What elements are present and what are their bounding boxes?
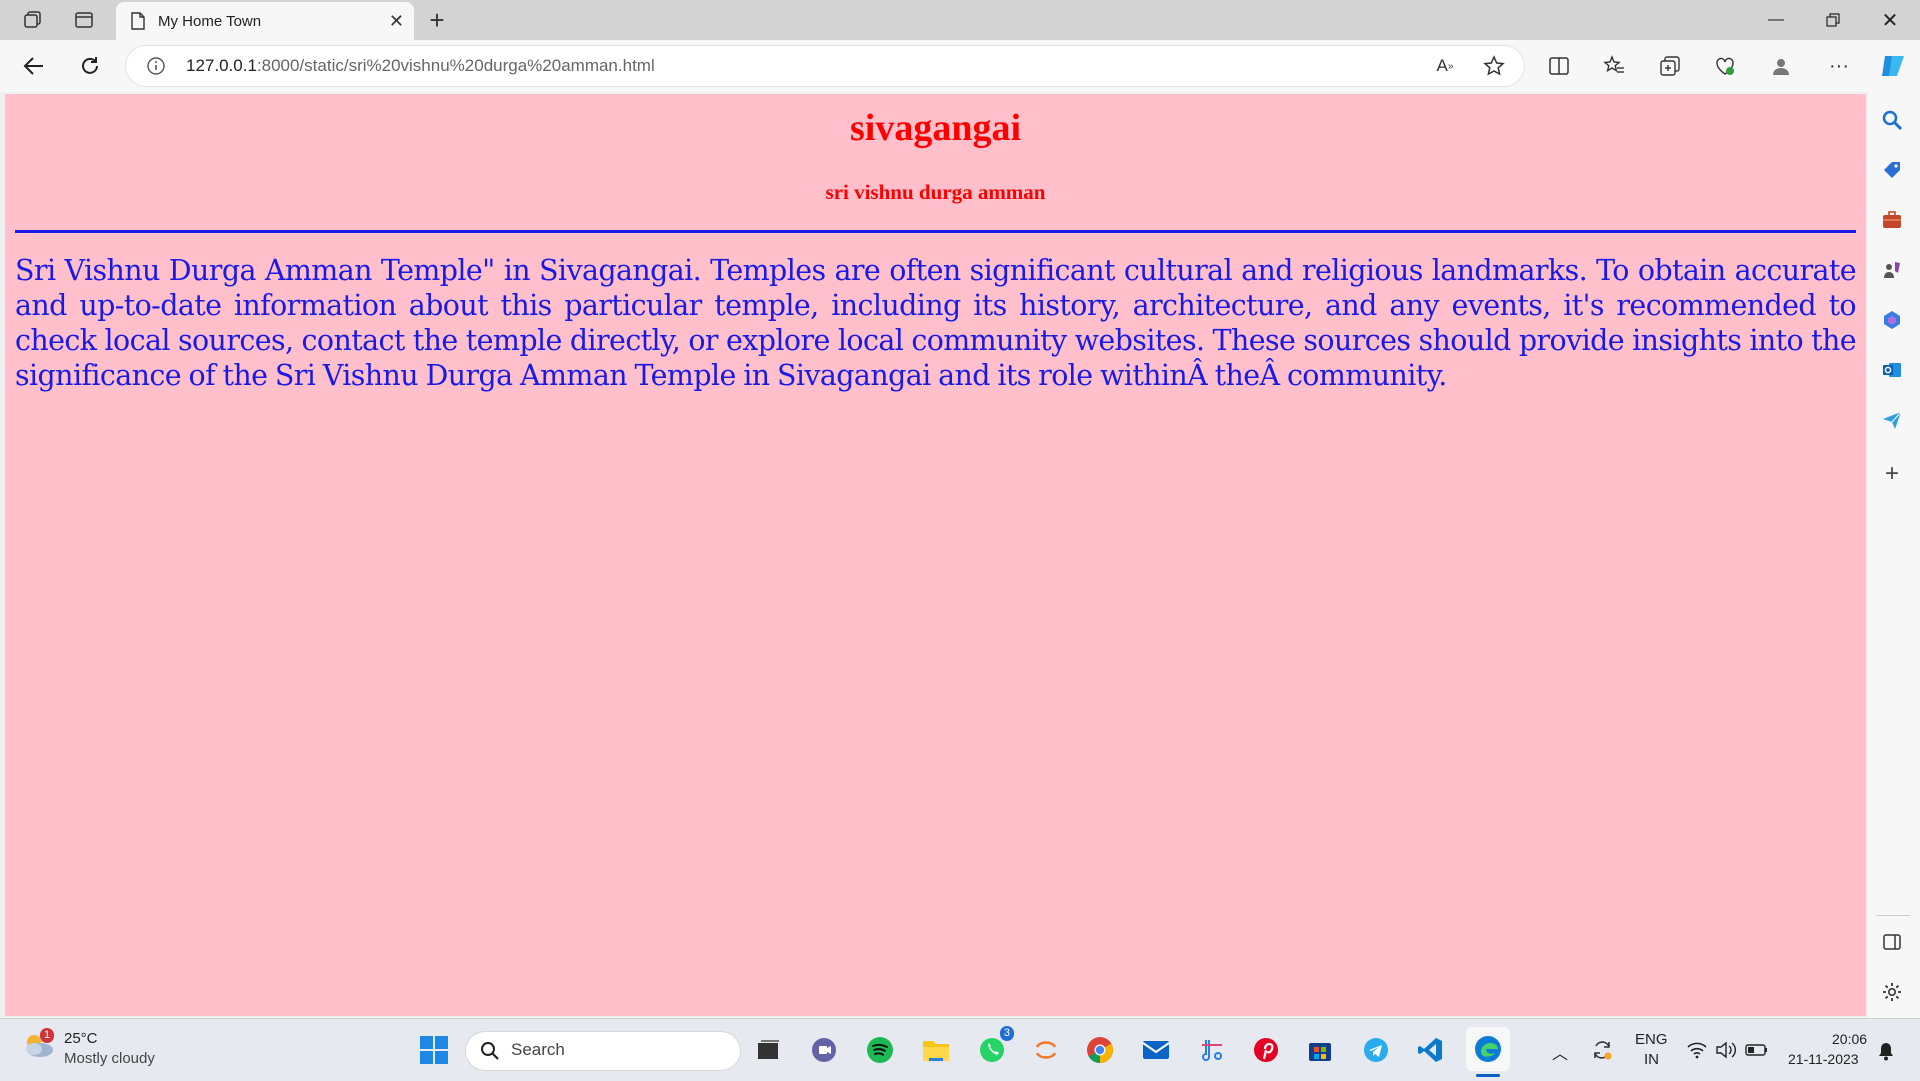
- chrome-icon[interactable]: [1080, 1030, 1120, 1070]
- weather-temp: 25°C: [64, 1030, 98, 1047]
- new-tab-button[interactable]: +: [420, 4, 454, 36]
- task-view-icon[interactable]: [748, 1030, 788, 1070]
- weather-desc: Mostly cloudy: [64, 1050, 155, 1067]
- url-text[interactable]: 127.0.0.1:8000/static/sri%20vishnu%20dur…: [186, 56, 655, 76]
- taskbar: [0, 1018, 1920, 1081]
- snipping-tool-icon[interactable]: [1192, 1030, 1232, 1070]
- battery-icon[interactable]: [1745, 1041, 1769, 1064]
- page-viewport: sivagangai sri vishnu durga amman Sri Vi…: [5, 94, 1866, 1016]
- notification-bell-icon[interactable]: [1876, 1041, 1896, 1066]
- tab-close-icon[interactable]: ✕: [389, 11, 404, 32]
- file-explorer-icon[interactable]: [916, 1030, 956, 1070]
- sidebar-divider: [1876, 915, 1910, 916]
- url-path: :8000/static/sri%20vishnu%20durga%20amma…: [256, 56, 655, 75]
- browser-essentials-icon[interactable]: [1705, 48, 1745, 84]
- teams-chat-icon[interactable]: [804, 1030, 844, 1070]
- tab-title: My Home Town: [158, 12, 262, 30]
- close-window-button[interactable]: ✕: [1862, 0, 1918, 40]
- outlook-icon[interactable]: [1872, 352, 1912, 388]
- tab-active[interactable]: My Home Town ✕: [116, 2, 414, 40]
- send-icon[interactable]: [1872, 402, 1912, 438]
- copilot-icon[interactable]: [1873, 48, 1913, 84]
- favorite-star-icon[interactable]: [1474, 48, 1514, 84]
- page-content: sivagangai sri vishnu durga amman Sri Vi…: [5, 106, 1866, 393]
- settings-gear-icon[interactable]: [1872, 974, 1912, 1010]
- clock-time[interactable]: 20:06: [1832, 1031, 1867, 1047]
- divider: [15, 229, 1856, 233]
- vscode-icon[interactable]: [1410, 1030, 1450, 1070]
- wifi-icon[interactable]: [1686, 1040, 1708, 1065]
- microsoft-365-icon[interactable]: [1872, 302, 1912, 338]
- language-top[interactable]: ENG: [1635, 1031, 1668, 1048]
- start-windows-icon[interactable]: [414, 1030, 454, 1070]
- sync-icon[interactable]: [1590, 1038, 1614, 1067]
- volume-icon[interactable]: [1715, 1040, 1737, 1065]
- split-screen-icon[interactable]: [1539, 48, 1579, 84]
- back-button[interactable]: [14, 48, 54, 84]
- read-aloud-icon[interactable]: A»: [1425, 48, 1465, 84]
- minimize-button[interactable]: —: [1748, 0, 1804, 40]
- url-host: 127.0.0.1: [186, 56, 257, 75]
- mail-icon[interactable]: [1136, 1030, 1176, 1070]
- temple-description: Sri Vishnu Durga Amman Temple" in Sivaga…: [15, 253, 1857, 392]
- jupyter-icon[interactable]: [1026, 1030, 1066, 1070]
- site-info-icon[interactable]: [146, 56, 166, 81]
- page-heading: sivagangai: [849, 107, 1022, 149]
- collections-icon[interactable]: [1650, 48, 1690, 84]
- whatsapp-badge: 3: [999, 1026, 1014, 1041]
- weather-badge: 1: [40, 1028, 55, 1043]
- clock-date[interactable]: 21-11-2023: [1788, 1051, 1859, 1067]
- spotify-icon[interactable]: [860, 1030, 900, 1070]
- taskbar-search-icon: [480, 1041, 500, 1066]
- workspaces-icon[interactable]: [16, 4, 50, 36]
- hide-sidebar-icon[interactable]: [1872, 924, 1912, 960]
- telegram-icon[interactable]: [1356, 1030, 1396, 1070]
- more-options-icon[interactable]: ···: [1819, 48, 1859, 84]
- edge-taskbar-icon[interactable]: [1466, 1027, 1510, 1071]
- tab-actions-icon[interactable]: [67, 4, 101, 36]
- games-icon[interactable]: [1872, 252, 1912, 288]
- favorites-icon[interactable]: [1594, 48, 1634, 84]
- active-app-indicator: [1476, 1074, 1500, 1077]
- weather-widget[interactable]: 1: [22, 1028, 56, 1065]
- shopping-tag-icon[interactable]: [1872, 152, 1912, 188]
- restore-button[interactable]: [1805, 0, 1861, 40]
- search-icon[interactable]: [1872, 102, 1912, 138]
- page-icon: [130, 12, 146, 30]
- pinterest-icon[interactable]: [1246, 1030, 1286, 1070]
- language-bottom[interactable]: IN: [1644, 1051, 1659, 1068]
- profile-icon[interactable]: [1761, 48, 1801, 84]
- show-hidden-icons-chevron-icon[interactable]: ︿: [1552, 1040, 1568, 1064]
- whatsapp-icon[interactable]: 3: [972, 1026, 1014, 1070]
- taskbar-search-label: Search: [511, 1040, 565, 1059]
- taskbar-search-box[interactable]: [466, 1032, 740, 1070]
- refresh-button[interactable]: [70, 48, 110, 84]
- microsoft-store-icon[interactable]: [1300, 1030, 1340, 1070]
- add-app-icon[interactable]: +: [1872, 456, 1912, 492]
- page-subheading: sri vishnu durga amman: [825, 179, 1046, 204]
- tools-briefcase-icon[interactable]: [1872, 202, 1912, 238]
